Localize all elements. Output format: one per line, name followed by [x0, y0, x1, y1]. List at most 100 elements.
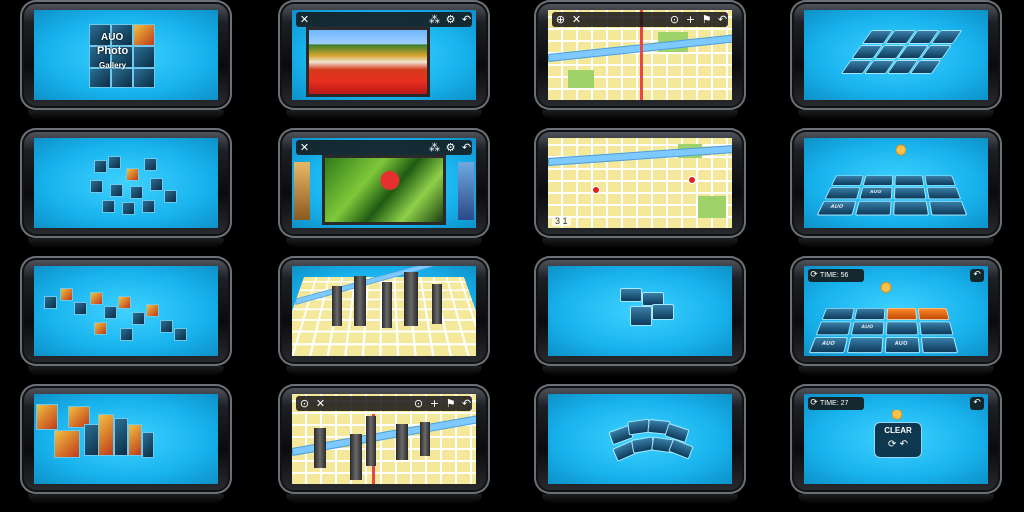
map-park [568, 70, 594, 88]
tile [620, 288, 642, 302]
screen: 3 1 [548, 138, 732, 228]
game-tile[interactable] [854, 307, 886, 320]
cube-block [89, 68, 111, 88]
mascot-icon [880, 282, 892, 300]
game-tile[interactable]: AUO [884, 337, 921, 354]
plus-icon[interactable]: + [428, 397, 441, 410]
refresh-icon[interactable]: ⟳ [808, 397, 820, 410]
locate-icon[interactable]: ⊙ [298, 397, 311, 410]
map-scale: 3 1 [552, 216, 571, 226]
screen [34, 394, 218, 484]
close-icon[interactable]: ✕ [570, 13, 583, 26]
cube-block [104, 306, 117, 319]
zoom-icon[interactable]: ⊕ [554, 13, 567, 26]
device-3d-map-nav: ⊙ ✕ ⊙ + ⚑ ↶ [278, 384, 490, 504]
toolbar: ✕ ⁂ ⚙ ↶ [296, 140, 472, 155]
back-icon[interactable]: ↶ [460, 141, 473, 154]
game-tile[interactable] [854, 200, 892, 216]
game-tile[interactable] [920, 337, 959, 354]
back-icon[interactable]: ↶ [970, 397, 984, 410]
game-tile[interactable] [893, 200, 930, 216]
clear-dialog: CLEAR ⟳ ↶ [874, 422, 922, 458]
cube-block [111, 68, 133, 88]
game-tile[interactable] [924, 175, 957, 186]
cube-block [120, 328, 133, 341]
plus-icon[interactable]: + [684, 13, 697, 26]
cube-block [108, 156, 121, 169]
cube-block [150, 178, 163, 191]
screen: AUO Photo Gallery [34, 10, 218, 100]
close-icon[interactable]: ✕ [314, 397, 327, 410]
cube-block [160, 320, 173, 333]
tile [668, 438, 694, 460]
game-tile-selected[interactable] [917, 307, 950, 320]
device-tile-fold [534, 256, 746, 376]
clear-text: CLEAR [884, 426, 912, 435]
map-pin[interactable] [688, 176, 696, 184]
side-photo [294, 162, 310, 220]
toolbar: ✕ ⁂ ⚙ ↶ [296, 12, 472, 27]
map-pin[interactable] [592, 186, 600, 194]
device-game-board: AUO AUO [790, 128, 1002, 248]
settings-icon[interactable]: ⚙ [444, 141, 457, 154]
refresh-icon[interactable]: ⟳ [808, 269, 820, 282]
game-board[interactable]: AUO AUO AUO [808, 307, 988, 355]
flag-icon[interactable]: ⚑ [700, 13, 713, 26]
game-tile[interactable]: AUO [859, 187, 893, 200]
mascot-icon [896, 144, 906, 164]
game-tile[interactable] [862, 175, 894, 186]
game-tile[interactable]: AUO [816, 200, 857, 216]
building [332, 286, 342, 326]
screen: ⟳ TIME: 56 ↶ AUO AUO AUO [804, 266, 988, 356]
cube-block [174, 328, 187, 341]
back-icon[interactable]: ↶ [970, 269, 984, 282]
game-tile[interactable] [894, 175, 925, 186]
back-icon[interactable]: ↶ [900, 439, 908, 450]
game-tile[interactable] [928, 200, 968, 216]
cube-block [110, 184, 123, 197]
device-3d-city [278, 256, 490, 376]
game-tile[interactable] [824, 187, 861, 200]
grid-icon[interactable]: ⁂ [428, 13, 441, 26]
game-tile[interactable] [815, 321, 852, 336]
photo-tile [54, 430, 80, 458]
cube-block [132, 312, 145, 325]
screen: ⟳ TIME: 27 ↶ CLEAR ⟳ ↶ [804, 394, 988, 484]
gallery-title-line2: Gallery [99, 61, 127, 70]
photo-image[interactable] [322, 155, 446, 225]
game-tile-selected[interactable] [886, 307, 918, 320]
tile-grid-flat[interactable] [826, 30, 971, 80]
tile-label: AUO [869, 189, 882, 195]
locate-icon[interactable]: ⊙ [668, 13, 681, 26]
game-tile[interactable] [846, 337, 884, 354]
back-icon[interactable]: ↶ [460, 397, 473, 410]
settings-icon[interactable]: ⚙ [444, 13, 457, 26]
close-icon[interactable]: ✕ [298, 13, 311, 26]
cube-block [44, 296, 57, 309]
game-tile[interactable] [831, 175, 864, 186]
game-board[interactable]: AUO AUO [812, 175, 988, 224]
locate-icon[interactable]: ⊙ [412, 397, 425, 410]
game-tile[interactable]: AUO [850, 321, 885, 336]
game-tile[interactable] [821, 307, 855, 320]
close-icon[interactable]: ✕ [298, 141, 311, 154]
gallery-cube[interactable]: AUO Photo Gallery [89, 24, 159, 88]
photo-tile [128, 424, 142, 456]
photo-tile [36, 404, 58, 430]
photo-image[interactable] [306, 27, 430, 97]
game-tile[interactable] [919, 321, 954, 336]
device-cube-explode [20, 128, 232, 248]
flag-icon[interactable]: ⚑ [444, 397, 457, 410]
back-icon[interactable]: ↶ [460, 13, 473, 26]
game-tile[interactable] [893, 187, 927, 200]
back-icon[interactable]: ↶ [716, 13, 729, 26]
refresh-icon[interactable]: ⟳ [888, 439, 896, 450]
game-tile[interactable] [926, 187, 962, 200]
game-tile[interactable]: AUO [808, 337, 849, 354]
cube-block [142, 200, 155, 213]
device-game-clear: ⟳ TIME: 27 ↶ CLEAR ⟳ ↶ [790, 384, 1002, 504]
map-canvas[interactable]: 3 1 [548, 138, 732, 228]
game-tile[interactable] [885, 321, 919, 336]
cube-block [144, 158, 157, 171]
grid-icon[interactable]: ⁂ [428, 141, 441, 154]
